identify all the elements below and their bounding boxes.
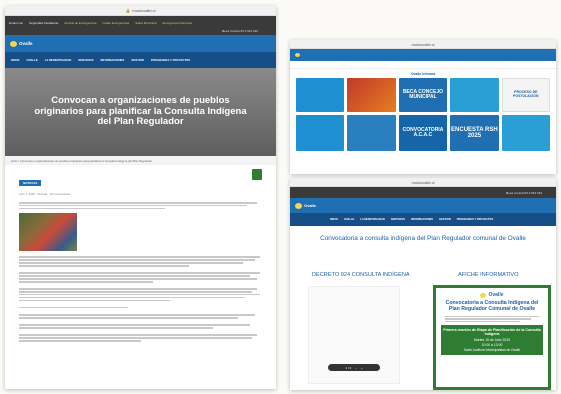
poster: Ovalle Convocatoria a Consulta Indígena …	[433, 285, 551, 390]
breadcrumb: Inicio / Convocan a organizaciones de pu…	[5, 156, 276, 165]
poster-time: 10:00 a 13:00	[481, 343, 503, 348]
banner-tile[interactable]: BECA CONCEJO MUNICIPAL	[398, 78, 448, 112]
phone-text: Mesa Central 53 2 661 010	[221, 29, 258, 33]
pdf-page-indicator: 1 / 3	[345, 365, 352, 370]
topbar-link[interactable]: Seguridad Ciudadana	[29, 21, 58, 25]
banner-tile[interactable]	[501, 115, 550, 151]
site-header: Ovalle	[5, 35, 276, 52]
topbar-link[interactable]: Email mun	[9, 21, 23, 25]
address-bar[interactable]: municoalle.cl	[290, 40, 556, 49]
hero-banner: Convocan a organizaciones de pueblos ori…	[5, 68, 276, 156]
article-body: NOTICIAS Julio 7, 2025 · Noticias · Sin …	[5, 165, 276, 342]
nav-item[interactable]: INICIO	[330, 218, 338, 221]
poster-info-box: Primera reunión de Etapa de Planificació…	[441, 325, 543, 356]
banner-tile[interactable]: PROCESO DE POSTULACIÓN	[501, 78, 550, 112]
banner-tile[interactable]	[296, 78, 345, 112]
lock-icon: 🔒	[125, 8, 131, 13]
left-heading: DECRETO 924 CONSULTA INDÍGENA	[312, 272, 410, 278]
bottom-right-browser-window: municoalle.cl Mesa Central 53 2 661 010 …	[290, 178, 556, 390]
nav-item[interactable]: INFORMACIONES	[100, 58, 124, 62]
address-bar[interactable]: 🔒 municoalle.cl	[5, 6, 276, 16]
main-browser-window: 🔒 municoalle.cl Email mun Seguridad Ciud…	[5, 6, 276, 389]
top-right-browser-window: municoalle.cl Ovalle Informa BECA CONCEJ…	[290, 40, 556, 174]
poster-place: Salón Auditorio Municipalidad de Ovalle	[463, 348, 521, 353]
poster-text	[445, 315, 539, 323]
poster-date: Martes 15 de Julio 2025	[473, 338, 511, 343]
banner-tile[interactable]	[347, 78, 396, 112]
category-badge[interactable]: NOTICIAS	[19, 180, 42, 186]
site-logo[interactable]: Ovalle	[304, 203, 316, 208]
logo-icon	[480, 292, 487, 298]
nav-item[interactable]: GESTION	[439, 218, 451, 221]
site-nav	[290, 61, 556, 69]
top-strip: Email mun Seguridad Ciudadana Central de…	[5, 16, 276, 29]
nav-item[interactable]: OVALLE	[27, 58, 38, 62]
nav-item[interactable]: SERVICIOS	[78, 58, 93, 62]
nav-item[interactable]: LA MUNICIPALIDAD	[45, 58, 72, 62]
nav-item[interactable]: PROGRAMAS Y PROYECTOS	[151, 58, 190, 62]
site-nav: INICIO OVALLE LA MUNICIPALIDAD SERVICIOS…	[5, 52, 276, 68]
pdf-toolbar[interactable]: 1 / 3 − +	[328, 364, 380, 371]
site-nav: INICIO OVALLE LA MUNICIPALIDAD SERVICIOS…	[290, 213, 556, 226]
site-header	[290, 49, 556, 61]
poster-logo: Ovalle	[441, 292, 543, 298]
intro-paragraph	[19, 202, 262, 210]
tile-grid: BECA CONCEJO MUNICIPAL PROCESO DE POSTUL…	[290, 78, 556, 151]
site-logo[interactable]: Ovalle	[19, 41, 33, 46]
top-strip: Mesa Central 53 2 661 010	[290, 187, 556, 198]
nav-item[interactable]: INICIO	[11, 58, 20, 62]
article-photo	[19, 213, 77, 252]
phone-text: Mesa Central 53 2 661 010	[505, 190, 542, 195]
section-heading: Ovalle Informa	[410, 72, 436, 76]
logo-icon	[10, 40, 17, 47]
url-text: municoalle.cl	[411, 41, 435, 47]
right-heading: AFICHE INFORMATIVO	[458, 272, 519, 278]
zoom-out-icon[interactable]: −	[355, 366, 357, 370]
post-meta: Julio 7, 2025 · Noticias · Sin Comentari…	[19, 192, 71, 196]
topbar-link[interactable]: Emergencia Municipal	[162, 21, 192, 25]
share-icon[interactable]	[252, 169, 262, 180]
topbar-link[interactable]: Central de Emergencias	[64, 21, 96, 25]
address-bar[interactable]: municoalle.cl	[290, 178, 556, 187]
logo-icon	[295, 202, 302, 209]
nav-item[interactable]: GESTION	[131, 58, 144, 62]
banner-tile[interactable]: ENCUESTA RSH 2025	[450, 115, 499, 151]
nav-item[interactable]: OVALLE	[344, 218, 354, 221]
hero-title: Convocan a organizaciones de pueblos ori…	[34, 94, 247, 128]
banner-tile[interactable]	[347, 115, 396, 151]
article-paragraphs	[19, 256, 262, 342]
url-text: municoalle.cl	[132, 8, 156, 13]
poster-title: Convocatoria a Consulta Indígena del Pla…	[445, 300, 539, 312]
nav-item[interactable]: INFORMACIONES	[411, 218, 433, 221]
banner-tile[interactable]	[296, 115, 345, 151]
banner-tile[interactable]: CONVOCATORIA A.C.A.C	[398, 115, 448, 151]
site-header: Ovalle	[290, 198, 556, 213]
nav-item[interactable]: SERVICIOS	[391, 218, 405, 221]
topbar-link[interactable]: Salud Municipal	[135, 21, 156, 25]
banner-tile[interactable]	[450, 78, 499, 112]
topbar-link[interactable]: Ovalle Emergencias	[102, 21, 129, 25]
logo-icon	[295, 53, 300, 57]
nav-item[interactable]: LA MUNICIPALIDAD	[360, 218, 385, 221]
url-text: municoalle.cl	[411, 179, 435, 185]
page-title: Convocatoria a consulta indígena del Pla…	[320, 235, 526, 242]
zoom-in-icon[interactable]: +	[361, 366, 363, 370]
poster-box-title: Primera reunión de Etapa de Planificació…	[443, 328, 541, 337]
nav-item[interactable]: PROGRAMAS Y PROYECTOS	[457, 218, 493, 221]
